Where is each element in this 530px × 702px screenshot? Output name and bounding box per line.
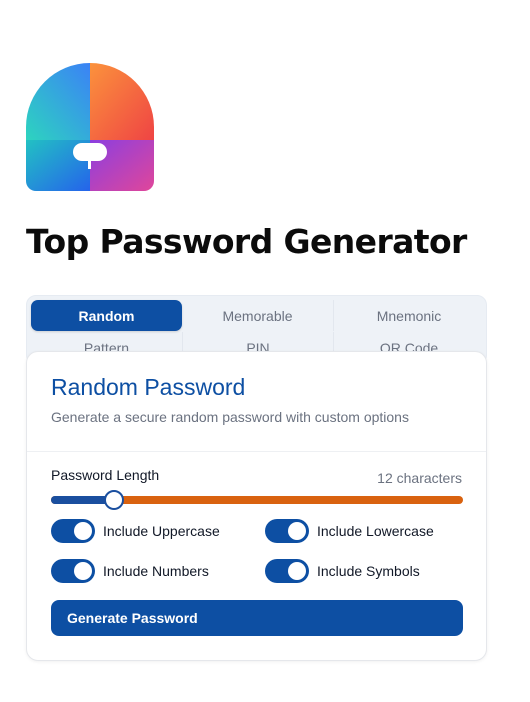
- card-header: Random Password Generate a secure random…: [27, 352, 486, 452]
- uppercase-toggle[interactable]: [51, 519, 95, 543]
- random-password-card: Random Password Generate a secure random…: [26, 351, 487, 661]
- lowercase-toggle[interactable]: [265, 519, 309, 543]
- password-length-value: 12 characters: [377, 470, 462, 486]
- tab-mnemonic[interactable]: Mnemonic: [333, 300, 484, 331]
- option-numbers[interactable]: Include Numbers: [51, 559, 209, 583]
- generate-password-button[interactable]: Generate Password: [51, 600, 463, 636]
- password-length-slider[interactable]: [51, 490, 463, 510]
- tab-random[interactable]: Random: [31, 300, 182, 331]
- symbols-toggle[interactable]: [265, 559, 309, 583]
- option-label: Include Symbols: [317, 563, 420, 579]
- option-label: Include Numbers: [103, 563, 209, 579]
- page-title: Top Password Generator: [26, 222, 467, 261]
- tab-memorable[interactable]: Memorable: [182, 300, 333, 331]
- option-symbols[interactable]: Include Symbols: [265, 559, 420, 583]
- card-title: Random Password: [51, 374, 246, 400]
- app-logo-icon: [26, 63, 154, 191]
- option-uppercase[interactable]: Include Uppercase: [51, 519, 220, 543]
- numbers-toggle[interactable]: [51, 559, 95, 583]
- option-label: Include Lowercase: [317, 523, 434, 539]
- option-label: Include Uppercase: [103, 523, 220, 539]
- slider-thumb[interactable]: [103, 490, 124, 510]
- card-description: Generate a secure random password with c…: [51, 409, 409, 425]
- password-length-label: Password Length: [51, 467, 160, 483]
- option-lowercase[interactable]: Include Lowercase: [265, 519, 434, 543]
- password-generator-page: Top Password Generator Random Memorable …: [0, 0, 530, 702]
